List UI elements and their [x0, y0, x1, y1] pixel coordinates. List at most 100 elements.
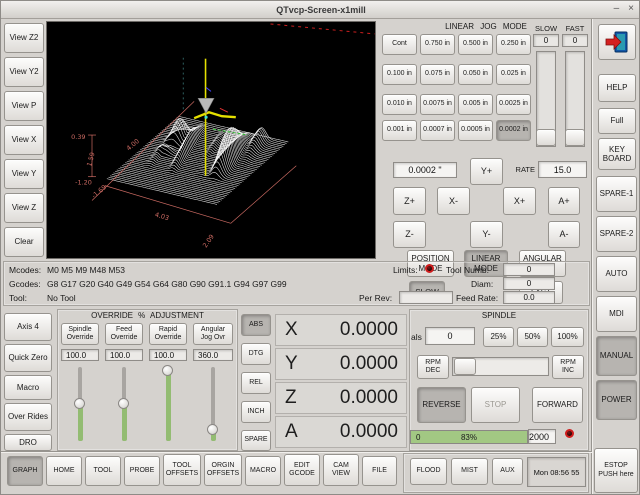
feed-override-slider-handle[interactable] [118, 398, 129, 409]
jog-increment-00005[interactable]: 0.0005 in [458, 120, 493, 141]
help-button[interactable]: HELP [598, 74, 636, 102]
jog-increment-0500[interactable]: 0.500 in [458, 34, 493, 55]
full-button[interactable]: Full [598, 108, 636, 134]
jog-z-minus-button[interactable]: Z- [393, 221, 426, 248]
jog-increment-00075[interactable]: 0.0075 in [420, 94, 455, 115]
jog-increment-0100[interactable]: 0.100 in [382, 64, 417, 85]
manual-button[interactable]: MANUAL [596, 336, 637, 376]
fast-slider-handle[interactable] [565, 129, 585, 146]
jog-increment-00007[interactable]: 0.0007 in [420, 120, 455, 141]
inch-button[interactable]: INCH [241, 401, 271, 423]
rpm-dec-button[interactable]: RPM DEC [417, 355, 449, 379]
dim-z-extent-label: 1.59 [85, 151, 96, 167]
dro-button[interactable]: DRO [4, 434, 52, 451]
view-y2-button[interactable]: View Y2 [4, 57, 44, 87]
macro-button[interactable]: Macro [4, 375, 52, 400]
dtg-button[interactable]: DTG [241, 343, 271, 365]
jog-increment-0050[interactable]: 0.050 in [458, 64, 493, 85]
exit-door-icon [605, 30, 629, 54]
jog-increment-00002[interactable]: 0.0002 in [496, 120, 531, 141]
jog-x-minus-button[interactable]: X- [437, 187, 470, 215]
dro-a-value: 0.0000 [310, 421, 406, 443]
angular-jog-override-slider-handle[interactable] [207, 424, 218, 435]
right-panel-separator [591, 19, 593, 495]
jog-increment-0250[interactable]: 0.250 in [496, 34, 531, 55]
jog-increment-cont[interactable]: Cont [382, 34, 417, 55]
tab-edit-gcode[interactable]: EDIT GCODE [284, 454, 320, 486]
machine-limits-line [270, 24, 374, 34]
tab-tool-offsets[interactable]: TOOL OFFSETS [163, 454, 201, 486]
spindle-override-slider-handle[interactable] [74, 398, 85, 409]
feed-rate-value: 0.0 [503, 291, 555, 304]
slow-slider-handle[interactable] [536, 129, 556, 146]
per-rev-value [399, 291, 453, 304]
jog-increment-0750[interactable]: 0.750 in [420, 34, 455, 55]
view-p-button[interactable]: View P [4, 91, 44, 121]
auto-button[interactable]: AUTO [596, 256, 637, 292]
spindle-25-button[interactable]: 25% [483, 327, 514, 347]
quick-zero-button[interactable]: Quick Zero [4, 344, 52, 372]
minimize-button[interactable]: – [614, 3, 620, 14]
rel-button[interactable]: REL [241, 372, 271, 394]
flood-button[interactable]: FLOOD [410, 458, 447, 485]
titlebar[interactable]: QTvcp-Screen-x1mill – × [1, 1, 640, 19]
dim-x-extent-label: 4.03 [154, 211, 170, 223]
view-y-button[interactable]: View Y [4, 159, 44, 189]
spindle-100-button[interactable]: 100% [551, 327, 584, 347]
tab-home[interactable]: HOME [46, 456, 82, 486]
tab-graph[interactable]: GRAPH [7, 456, 43, 486]
spindle-stop-button[interactable]: STOP [471, 387, 520, 423]
gcode-3d-preview[interactable]: 0.39 1.59 -1.20 4.03 2.09 4.00 -1.69 [46, 21, 376, 259]
tab-cam-view[interactable]: CAM VIEW [323, 454, 359, 486]
mcodes-value: M0 M5 M9 M48 M53 [47, 265, 125, 275]
spindle-forward-button[interactable]: FORWARD [532, 387, 583, 423]
tab-tool[interactable]: TOOL [85, 456, 121, 486]
tool-value: No Tool [47, 293, 76, 303]
abs-button[interactable]: ABS [241, 314, 271, 336]
axis-4-button[interactable]: Axis 4 [4, 313, 52, 341]
spindle-50-button[interactable]: 50% [517, 327, 548, 347]
aux-button[interactable]: AUX [492, 458, 523, 485]
jog-increment-0010[interactable]: 0.010 in [382, 94, 417, 115]
view-clear-button[interactable]: Clear [4, 227, 44, 257]
spindle-reverse-button[interactable]: REVERSE [417, 387, 466, 423]
jog-y-plus-button[interactable]: Y+ [470, 158, 503, 185]
jog-z-plus-button[interactable]: Z+ [393, 187, 426, 215]
view-z-button[interactable]: View Z [4, 193, 44, 223]
jog-a-plus-button[interactable]: A+ [548, 187, 580, 215]
spare-1-button[interactable]: SPARE-1 [596, 176, 637, 212]
dim-z-bottom-label: -1.20 [75, 179, 92, 187]
diam-label: Diam: [471, 279, 493, 289]
mdi-button[interactable]: MDI [596, 296, 637, 332]
jog-increment-0075[interactable]: 0.075 in [420, 64, 455, 85]
jog-increment-0005[interactable]: 0.005 in [458, 94, 493, 115]
rpm-inc-button[interactable]: RPM INC [552, 355, 584, 379]
diam-value: 0 [503, 277, 555, 290]
jog-x-plus-button[interactable]: X+ [503, 187, 536, 215]
jog-a-minus-button[interactable]: A- [548, 221, 580, 248]
tab-macro[interactable]: MACRO [245, 456, 281, 486]
keyboard-button[interactable]: KEY BOARD [598, 138, 636, 170]
spindle-rpm-value: 2000 [528, 429, 556, 444]
rapid-override-slider-handle[interactable] [162, 365, 173, 376]
close-button[interactable]: × [628, 3, 634, 14]
estop-button[interactable]: ESTOP PUSH here [594, 448, 638, 493]
slow-slider-label: SLOW [531, 24, 561, 33]
dro-x-row: X 0.0000 [275, 314, 407, 346]
exit-button[interactable] [598, 24, 636, 60]
mist-button[interactable]: MIST [451, 458, 488, 485]
jog-increment-0025[interactable]: 0.025 in [496, 64, 531, 85]
spare-button[interactable]: SPARE [241, 430, 271, 451]
spare-2-button[interactable]: SPARE-2 [596, 216, 637, 252]
over-rides-button[interactable]: Over Rides [4, 403, 52, 431]
rpm-slider-handle[interactable] [454, 358, 476, 375]
view-z2-button[interactable]: View Z2 [4, 23, 44, 53]
tab-probe[interactable]: PROBE [124, 456, 160, 486]
power-button[interactable]: POWER [596, 380, 637, 420]
jog-y-minus-button[interactable]: Y- [470, 221, 503, 248]
jog-increment-00025[interactable]: 0.0025 in [496, 94, 531, 115]
tab-orgin-offsets[interactable]: ORGIN OFFSETS [204, 454, 242, 486]
tab-file[interactable]: FILE [362, 456, 397, 486]
view-x-button[interactable]: View X [4, 125, 44, 155]
jog-increment-0001[interactable]: 0.001 in [382, 120, 417, 141]
